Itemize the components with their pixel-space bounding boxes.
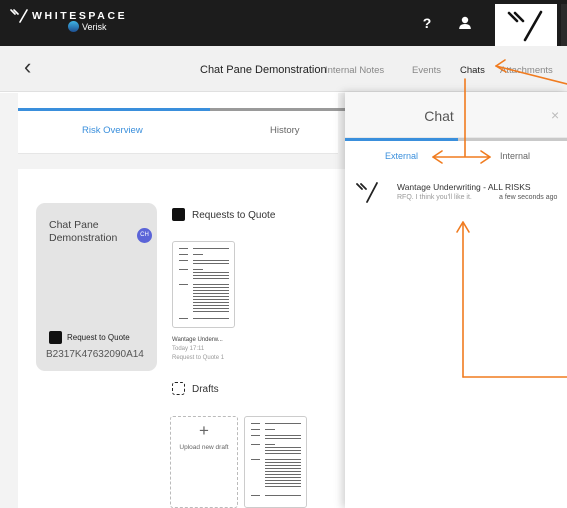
company-logo-box[interactable] bbox=[495, 4, 557, 46]
quote-document-time: Today 17:11 bbox=[172, 346, 205, 352]
chat-header: Chat × bbox=[345, 92, 567, 138]
tab-history[interactable]: History bbox=[270, 125, 300, 136]
chat-tab-external-indicator bbox=[345, 138, 458, 141]
nav-link-chats[interactable]: Chats bbox=[460, 65, 485, 76]
risk-card[interactable]: Chat Pane Demonstration CH Request to Qu… bbox=[36, 203, 157, 371]
draft-document-thumbnail[interactable] bbox=[244, 416, 307, 508]
quote-document-name: Wantage Underw... bbox=[172, 337, 223, 343]
top-bar-edge bbox=[561, 4, 567, 46]
tab-history-indicator bbox=[210, 108, 345, 111]
company-logo-icon bbox=[356, 182, 378, 203]
nav-link-attachments[interactable]: Attachments bbox=[500, 65, 553, 76]
upload-draft-label: Upload new draft bbox=[179, 444, 229, 451]
verisk-logo: Verisk bbox=[68, 21, 107, 32]
header-divider bbox=[18, 153, 338, 154]
whitespace-logo-icon bbox=[10, 9, 28, 23]
quote-document-type: Request to Quote 1 bbox=[172, 355, 225, 361]
nav-link-internal-notes[interactable]: Internal Notes bbox=[325, 65, 384, 76]
request-document-icon bbox=[49, 331, 62, 344]
chat-panel: Chat × External Internal Wantage Underwr… bbox=[345, 92, 567, 508]
close-icon[interactable]: × bbox=[551, 107, 559, 123]
quote-document-thumbnail[interactable] bbox=[172, 241, 235, 328]
avatar: CH bbox=[137, 228, 152, 243]
nav-link-events[interactable]: Events bbox=[412, 65, 441, 76]
card-title: Chat Pane Demonstration bbox=[49, 219, 118, 244]
chat-item-message: RFQ. I think you'll like it. bbox=[397, 194, 472, 201]
plus-icon: + bbox=[199, 421, 209, 440]
chat-item-title: Wantage Underwriting - ALL RISKS bbox=[397, 182, 531, 192]
chat-tab-internal-indicator bbox=[458, 138, 567, 141]
verisk-icon bbox=[68, 21, 79, 32]
chat-tab-internal[interactable]: Internal bbox=[500, 151, 530, 161]
drafts-section-title: Drafts bbox=[192, 384, 219, 395]
requests-section-title: Requests to Quote bbox=[192, 210, 276, 221]
user-icon[interactable] bbox=[456, 14, 474, 32]
drafts-icon bbox=[172, 382, 185, 395]
page-title: Chat Pane Demonstration bbox=[200, 64, 327, 76]
chat-tab-external[interactable]: External bbox=[385, 151, 418, 161]
tab-risk-overview[interactable]: Risk Overview bbox=[82, 125, 143, 136]
nav-bar: ‹ Chat Pane Demonstration Internal Notes… bbox=[0, 46, 567, 92]
upload-draft-button[interactable]: + Upload new draft bbox=[170, 416, 238, 508]
request-document-icon bbox=[172, 208, 185, 221]
company-logo-icon bbox=[507, 10, 543, 42]
chat-list-item[interactable]: Wantage Underwriting - ALL RISKS RFQ. I … bbox=[345, 172, 567, 216]
card-document-label: Request to Quote bbox=[67, 333, 130, 342]
top-bar: WHITESPACE Verisk ? bbox=[0, 0, 567, 46]
sub-brand-name: Verisk bbox=[82, 21, 107, 32]
back-button[interactable]: ‹ bbox=[24, 56, 31, 78]
card-reference: B2317K47632090A14 bbox=[46, 349, 144, 360]
chat-item-time: a few seconds ago bbox=[499, 194, 558, 201]
tabs-header bbox=[18, 93, 338, 153]
help-button[interactable]: ? bbox=[418, 13, 436, 33]
tab-risk-overview-indicator bbox=[18, 108, 210, 111]
chat-title: Chat bbox=[424, 108, 454, 124]
